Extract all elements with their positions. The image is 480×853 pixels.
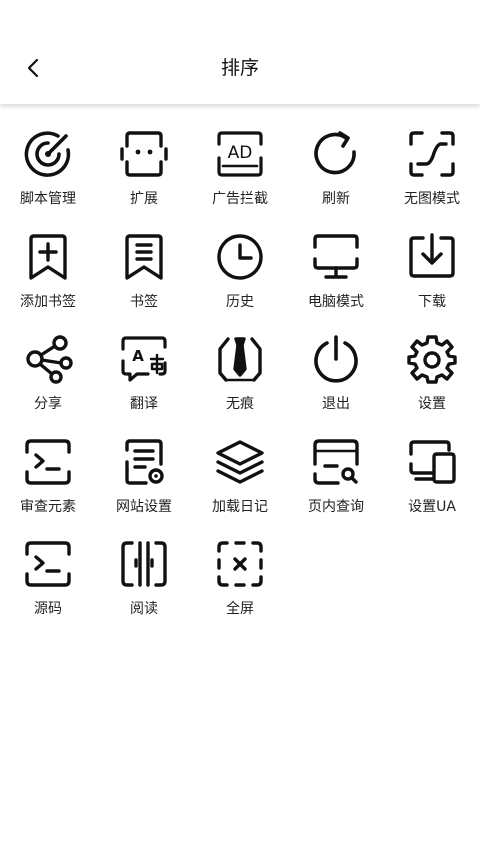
fullscreen-icon: [214, 538, 266, 590]
svg-text:A: A: [132, 347, 144, 365]
devices-icon: [406, 436, 458, 488]
layers-icon: [214, 436, 266, 488]
menu-item-ad-block[interactable]: AD 广告拦截: [192, 128, 288, 231]
menu-item-translate[interactable]: A 翻译: [96, 333, 192, 436]
menu-item-download[interactable]: 下载: [384, 231, 480, 334]
menu-item-refresh[interactable]: 刷新: [288, 128, 384, 231]
menu-item-label: 脚本管理: [20, 191, 76, 207]
menu-item-label: 无图模式: [404, 191, 460, 207]
app-header: 排序: [0, 0, 480, 104]
menu-item-no-image-mode[interactable]: 无图模式: [384, 128, 480, 231]
menu-item-fullscreen[interactable]: 全屏: [192, 538, 288, 641]
menu-item-label: 阅读: [130, 601, 158, 617]
bookmark-icon: [118, 231, 170, 283]
menu-item-label: 全屏: [226, 601, 254, 617]
menu-item-add-bookmark[interactable]: 添加书签: [0, 231, 96, 334]
menu-item-history[interactable]: 历史: [192, 231, 288, 334]
desktop-icon: [310, 231, 362, 283]
menu-item-label: 扩展: [130, 191, 158, 207]
robot-extension-icon: [118, 128, 170, 180]
menu-item-inspect-element[interactable]: 审查元素: [0, 436, 96, 539]
menu-item-label: 电脑模式: [308, 293, 364, 310]
no-image-icon: [406, 128, 458, 180]
gear-icon: [406, 333, 458, 385]
menu-item-extensions[interactable]: 扩展: [96, 128, 192, 231]
menu-item-exit[interactable]: 退出: [288, 333, 384, 436]
menu-item-label: 退出: [322, 396, 350, 412]
menu-item-label: 下载: [418, 293, 446, 310]
menu-item-share[interactable]: 分享: [0, 333, 96, 436]
add-bookmark-icon: [22, 231, 74, 283]
incognito-icon: [214, 333, 266, 385]
menu-item-label: 审查元素: [20, 498, 76, 515]
menu-item-label: 设置: [418, 396, 446, 412]
menu-item-reader[interactable]: 阅读: [96, 538, 192, 641]
menu-item-find-in-page[interactable]: 页内查询: [288, 436, 384, 539]
site-settings-icon: [118, 436, 170, 488]
menu-item-label: 历史: [226, 293, 254, 310]
page-search-icon: [310, 436, 362, 488]
svg-text:AD: AD: [228, 143, 253, 163]
script-target-icon: [22, 128, 74, 180]
menu-item-label: 广告拦截: [212, 191, 268, 207]
reader-icon: [118, 538, 170, 590]
source-code-icon: [22, 538, 74, 590]
menu-item-incognito[interactable]: 无痕: [192, 333, 288, 436]
menu-item-script-manager[interactable]: 脚本管理: [0, 128, 96, 231]
power-icon: [310, 333, 362, 385]
terminal-icon: [22, 436, 74, 488]
menu-item-label: 网站设置: [116, 498, 172, 515]
menu-item-set-ua[interactable]: 设置UA: [384, 436, 480, 539]
page-title: 排序: [220, 57, 259, 79]
menu-item-bookmarks[interactable]: 书签: [96, 231, 192, 334]
menu-item-label: 页内查询: [308, 498, 364, 515]
menu-item-source-code[interactable]: 源码: [0, 538, 96, 641]
translate-icon: A: [118, 333, 170, 385]
clock-history-icon: [214, 231, 266, 283]
refresh-icon: [310, 128, 362, 180]
menu-sort-grid: 脚本管理 扩展 AD 广告拦截 刷新 无图模式 添加书签 书签 历史 电脑模式 …: [0, 128, 480, 641]
menu-item-label: 分享: [34, 396, 62, 412]
menu-item-label: 添加书签: [20, 293, 76, 310]
menu-item-label: 源码: [34, 601, 62, 617]
share-icon: [22, 333, 74, 385]
menu-item-settings[interactable]: 设置: [384, 333, 480, 436]
menu-item-desktop-mode[interactable]: 电脑模式: [288, 231, 384, 334]
ad-block-icon: AD: [214, 128, 266, 180]
download-icon: [406, 231, 458, 283]
menu-item-label: 书签: [130, 293, 158, 310]
menu-item-label: 设置UA: [408, 498, 456, 515]
menu-item-label: 无痕: [226, 396, 254, 412]
menu-item-site-settings[interactable]: 网站设置: [96, 436, 192, 539]
menu-item-load-log[interactable]: 加载日记: [192, 436, 288, 539]
menu-item-label: 刷新: [322, 191, 350, 207]
menu-item-label: 加载日记: [212, 498, 268, 515]
menu-item-label: 翻译: [130, 396, 158, 412]
